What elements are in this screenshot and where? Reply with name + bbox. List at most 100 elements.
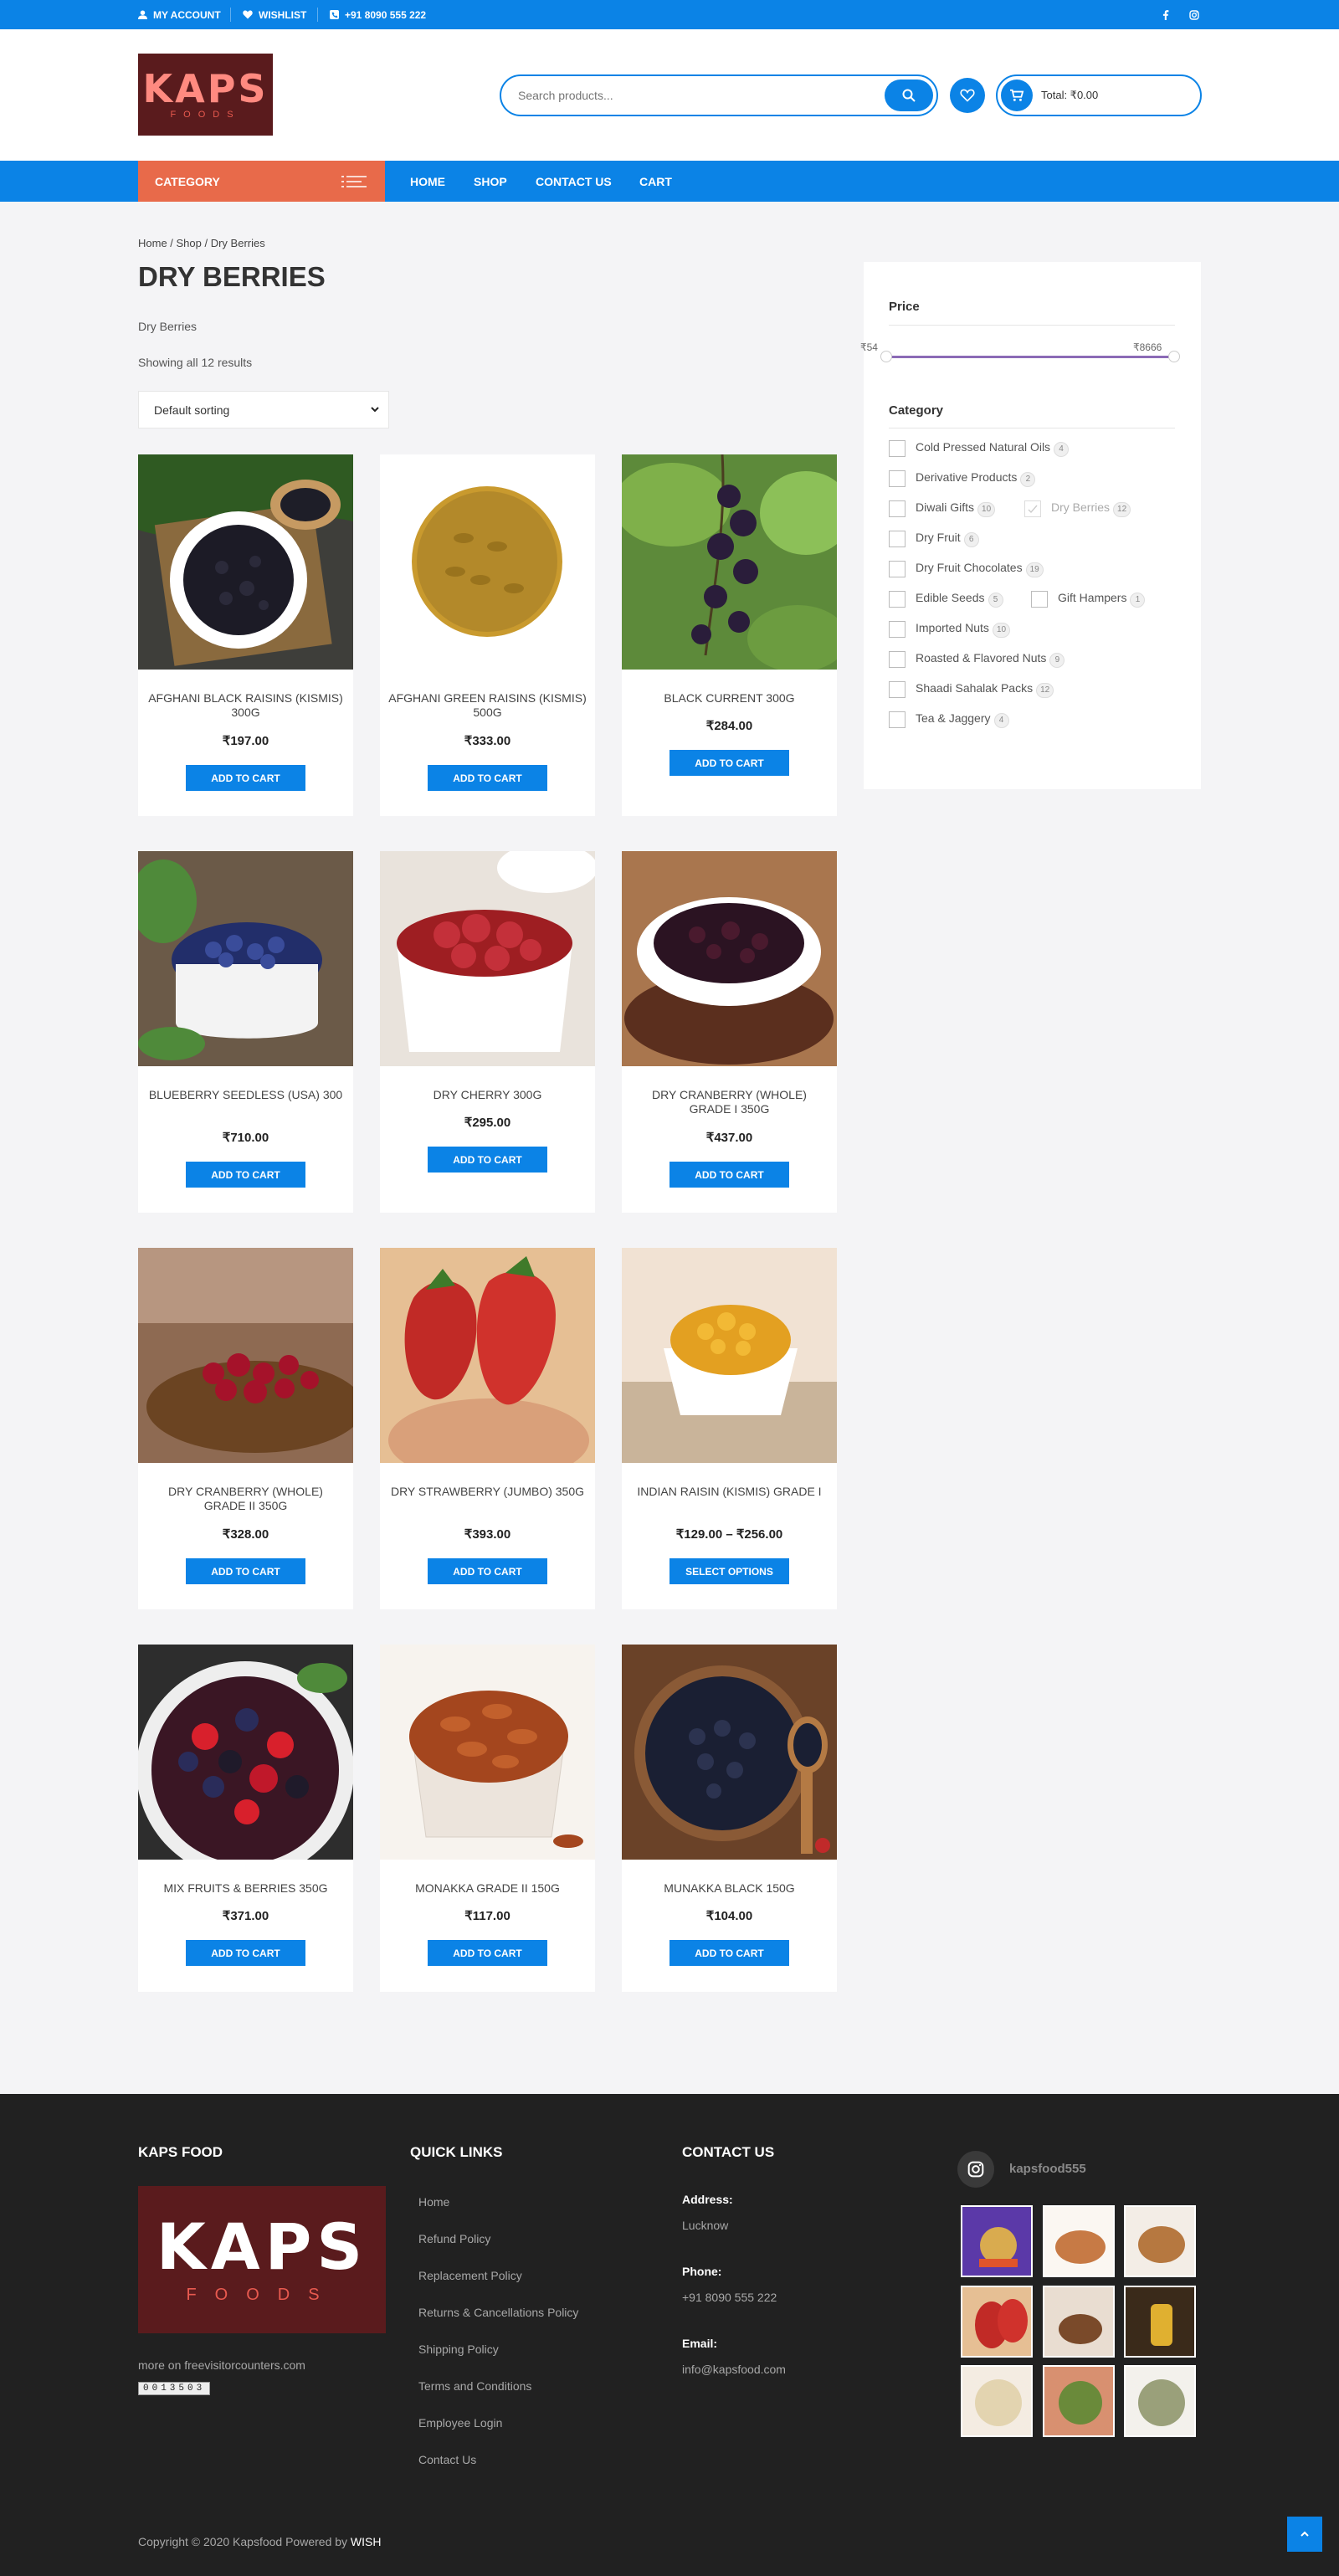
product-image[interactable]: [622, 1248, 837, 1463]
category-filter-item[interactable]: Derivative Products 2: [889, 470, 1036, 487]
product-name[interactable]: MUNAKKA BLACK 150g: [630, 1881, 829, 1896]
instagram-thumb[interactable]: [961, 2205, 1033, 2277]
instagram-thumb[interactable]: [961, 2286, 1033, 2358]
checkbox[interactable]: [889, 470, 905, 487]
checkbox[interactable]: [1031, 591, 1048, 608]
product-name[interactable]: MIX FRUITS & BERRIES 350g: [146, 1881, 345, 1896]
product-name[interactable]: DRY CRANBERRY (WHOLE) GRADE I 350g: [630, 1088, 829, 1116]
instagram-handle[interactable]: kapsfood555: [1009, 2162, 1086, 2176]
category-filter-item[interactable]: Tea & Jaggery 4: [889, 711, 1009, 728]
product-card[interactable]: DRY CRANBERRY (WHOLE) GRADE I 350g ₹437.…: [622, 851, 837, 1213]
nav-home[interactable]: HOME: [410, 161, 445, 202]
select-options-button[interactable]: SELECT OPTIONS: [670, 1558, 789, 1584]
visitor-counter-link[interactable]: more on freevisitorcounters.com: [138, 2358, 305, 2372]
checkbox[interactable]: [889, 440, 905, 457]
instagram-thumb[interactable]: [1043, 2365, 1115, 2437]
checkbox[interactable]: [889, 681, 905, 698]
footer-link-contact[interactable]: Contact Us: [418, 2453, 476, 2466]
sort-select[interactable]: Default sorting: [138, 391, 389, 428]
product-name[interactable]: BLACK CURRENT 300g: [630, 691, 829, 706]
add-to-cart-button[interactable]: ADD TO CART: [670, 1162, 789, 1188]
checkbox[interactable]: [889, 561, 905, 577]
footer-link-refund[interactable]: Refund Policy: [418, 2232, 490, 2245]
product-image[interactable]: [622, 851, 837, 1066]
product-card[interactable]: INDIAN RAISIN (KISMIS) GRADE I ₹129.00 –…: [622, 1248, 837, 1609]
checkbox-checked[interactable]: [1024, 500, 1041, 517]
add-to-cart-button[interactable]: ADD TO CART: [428, 1558, 547, 1584]
nav-contact[interactable]: CONTACT US: [536, 161, 612, 202]
back-to-top-button[interactable]: [1287, 2517, 1322, 2552]
footer-link-shipping[interactable]: Shipping Policy: [418, 2343, 499, 2356]
product-image[interactable]: [380, 454, 595, 670]
instagram-thumb[interactable]: [961, 2365, 1033, 2437]
product-card[interactable]: BLACK CURRENT 300g ₹284.00 ADD TO CART: [622, 454, 837, 816]
footer-logo[interactable]: KAPS FOODS: [138, 2186, 386, 2333]
breadcrumb[interactable]: Home / Shop / Dry Berries: [138, 237, 265, 249]
nav-cart[interactable]: CART: [639, 161, 672, 202]
instagram-thumb[interactable]: [1043, 2286, 1115, 2358]
instagram-thumb[interactable]: [1124, 2205, 1196, 2277]
category-filter-item[interactable]: Imported Nuts 10: [889, 621, 1011, 638]
wishlist-button[interactable]: [950, 78, 985, 113]
instagram-thumb[interactable]: [1124, 2286, 1196, 2358]
add-to-cart-button[interactable]: ADD TO CART: [186, 1940, 305, 1966]
add-to-cart-button[interactable]: ADD TO CART: [186, 1162, 305, 1188]
product-name[interactable]: AFGHANI BLACK RAISINS (KISMIS) 300g: [146, 691, 345, 720]
footer-link-terms[interactable]: Terms and Conditions: [418, 2379, 531, 2393]
category-menu-button[interactable]: CATEGORY: [138, 161, 385, 202]
facebook-link[interactable]: [1162, 0, 1169, 29]
search-button[interactable]: [885, 80, 933, 111]
price-slider-min-handle[interactable]: [880, 351, 892, 362]
instagram-thumb[interactable]: [1124, 2365, 1196, 2437]
price-slider-max-handle[interactable]: [1168, 351, 1180, 362]
powered-by-link[interactable]: WISH: [351, 2535, 382, 2548]
instagram-link[interactable]: [1189, 0, 1199, 29]
add-to-cart-button[interactable]: ADD TO CART: [428, 765, 547, 791]
add-to-cart-button[interactable]: ADD TO CART: [186, 765, 305, 791]
search-input[interactable]: [518, 85, 878, 105]
wishlist-link[interactable]: WISHLIST: [243, 0, 306, 29]
product-image[interactable]: [138, 1645, 353, 1860]
product-name[interactable]: DRY STRAWBERRY (JUMBO) 350g: [388, 1485, 587, 1499]
product-image[interactable]: [138, 454, 353, 670]
add-to-cart-button[interactable]: ADD TO CART: [186, 1558, 305, 1584]
product-card[interactable]: MUNAKKA BLACK 150g ₹104.00 ADD TO CART: [622, 1645, 837, 1992]
site-logo[interactable]: KAPS FOODS: [138, 54, 273, 136]
category-filter-item[interactable]: Diwali Gifts 10: [889, 500, 996, 517]
category-filter-item[interactable]: Dry Fruit Chocolates 19: [889, 561, 1044, 577]
category-filter-item[interactable]: Roasted & Flavored Nuts 9: [889, 651, 1065, 668]
checkbox[interactable]: [889, 621, 905, 638]
product-name[interactable]: BLUEBERRY SEEDLESS (USA) 300: [146, 1088, 345, 1102]
product-card[interactable]: DRY CHERRY 300g ₹295.00 ADD TO CART: [380, 851, 595, 1213]
email-value[interactable]: info@kapsfood.com: [682, 2363, 786, 2376]
footer-link-employee-login[interactable]: Employee Login: [418, 2416, 502, 2430]
product-card[interactable]: BLUEBERRY SEEDLESS (USA) 300 ₹710.00 ADD…: [138, 851, 353, 1213]
category-filter-item[interactable]: Edible Seeds 5: [889, 591, 1003, 608]
product-card[interactable]: MONAKKA GRADE II 150g ₹117.00 ADD TO CAR…: [380, 1645, 595, 1992]
category-filter-item[interactable]: Gift Hampers 1: [1031, 591, 1146, 608]
my-account-link[interactable]: MY ACCOUNT: [138, 0, 221, 29]
product-image[interactable]: [138, 1248, 353, 1463]
product-image[interactable]: [138, 851, 353, 1066]
product-card[interactable]: AFGHANI BLACK RAISINS (KISMIS) 300g ₹197…: [138, 454, 353, 816]
product-image[interactable]: [380, 1645, 595, 1860]
checkbox[interactable]: [889, 711, 905, 728]
add-to-cart-button[interactable]: ADD TO CART: [670, 750, 789, 776]
product-card[interactable]: DRY CRANBERRY (WHOLE) GRADE II 350g ₹328…: [138, 1248, 353, 1609]
product-name[interactable]: MONAKKA GRADE II 150g: [388, 1881, 587, 1896]
phone-link[interactable]: +91 8090 555 222: [330, 0, 426, 29]
checkbox[interactable]: [889, 651, 905, 668]
footer-link-returns[interactable]: Returns & Cancellations Policy: [418, 2306, 578, 2319]
checkbox[interactable]: [889, 500, 905, 517]
instagram-badge[interactable]: [957, 2151, 994, 2188]
category-filter-item[interactable]: Shaadi Sahalak Packs 12: [889, 681, 1054, 698]
instagram-thumb[interactable]: [1043, 2205, 1115, 2277]
category-filter-item-selected[interactable]: Dry Berries 12: [1024, 500, 1131, 517]
product-card[interactable]: MIX FRUITS & BERRIES 350g ₹371.00 ADD TO…: [138, 1645, 353, 1992]
nav-shop[interactable]: SHOP: [474, 161, 507, 202]
footer-link-replacement[interactable]: Replacement Policy: [418, 2269, 522, 2282]
add-to-cart-button[interactable]: ADD TO CART: [428, 1147, 547, 1173]
product-card[interactable]: AFGHANI GREEN RAISINS (KISMIS) 500g ₹333…: [380, 454, 595, 816]
price-slider-track[interactable]: [887, 356, 1173, 358]
product-name[interactable]: AFGHANI GREEN RAISINS (KISMIS) 500g: [388, 691, 587, 720]
